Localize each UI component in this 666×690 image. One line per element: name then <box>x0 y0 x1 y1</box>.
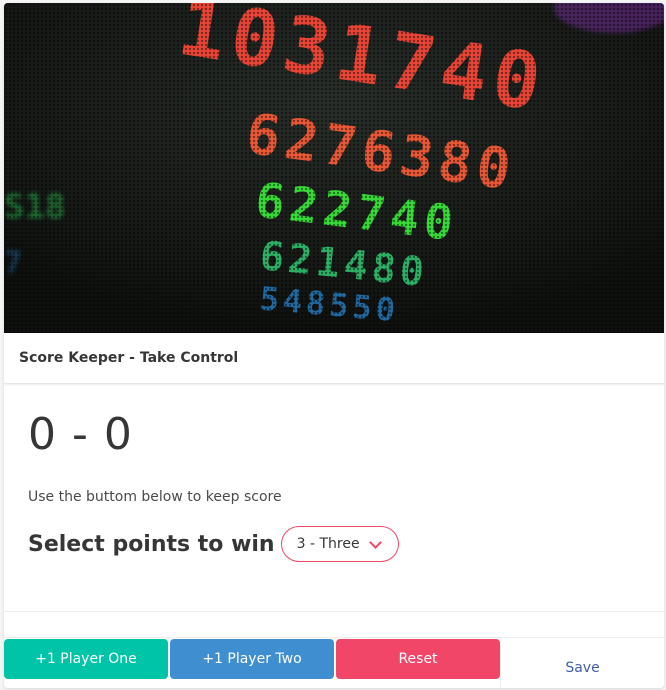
led-scoreboard-graphic: 1031740 6276380 622740 621480 548550 S18… <box>4 3 664 333</box>
card-header: Score Keeper - Take Control <box>4 333 664 384</box>
points-to-win-label: Select points to win <box>28 531 275 557</box>
scoreboard-image: 1031740 6276380 622740 621480 548550 S18… <box>4 3 664 333</box>
reset-button[interactable]: Reset <box>336 639 500 679</box>
save-link[interactable]: Save <box>500 646 664 688</box>
points-to-win-row: Select points to win 3 - Three <box>28 526 399 562</box>
card-content: 0 - 0 Use the buttom below to keep score… <box>4 384 664 612</box>
score-display: 0 - 0 <box>28 409 133 460</box>
card-footer: +1 Player One +1 Player Two Reset Save <box>4 637 664 688</box>
hint-text: Use the buttom below to keep score <box>28 489 282 505</box>
player-one-button[interactable]: +1 Player One <box>4 639 168 679</box>
points-to-win-select[interactable]: 3 - Three <box>280 526 399 562</box>
player-two-button[interactable]: +1 Player Two <box>170 639 334 679</box>
divider <box>4 611 664 612</box>
points-to-win-value: 3 - Three <box>296 536 360 552</box>
card-title: Score Keeper - Take Control <box>19 350 239 366</box>
score-keeper-card: 1031740 6276380 622740 621480 548550 S18… <box>4 3 664 688</box>
chevron-down-icon <box>368 536 382 549</box>
